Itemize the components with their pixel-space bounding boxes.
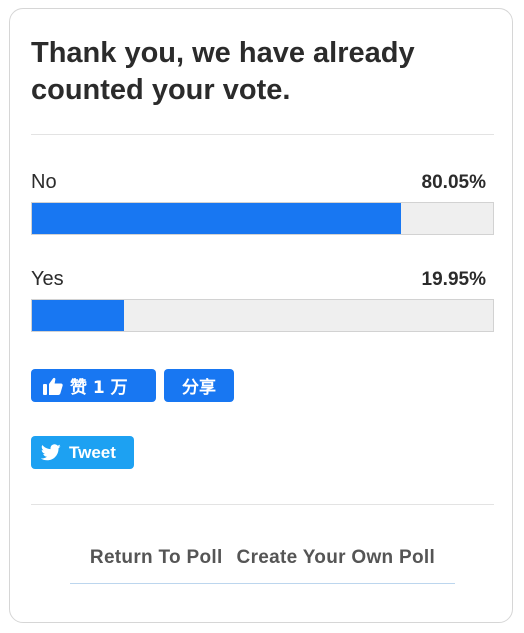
tweet-label: Tweet	[69, 442, 116, 462]
tweet-button[interactable]: Tweet	[31, 436, 134, 469]
like-count-label: 赞 1 万	[70, 378, 128, 398]
result-bar-no	[31, 202, 494, 235]
thumbs-up-icon	[43, 377, 63, 395]
result-bar-yes	[31, 299, 494, 332]
footer-links: Return To Poll Create Your Own Poll	[70, 547, 455, 584]
result-percent-yes: 19.95%	[421, 269, 486, 290]
result-bar-fill-no	[32, 203, 402, 234]
facebook-share-button[interactable]: 分享	[164, 369, 234, 402]
result-label-yes: Yes	[31, 268, 64, 290]
facebook-like-button[interactable]: 赞 1 万	[31, 369, 156, 402]
twitter-bird-icon	[41, 444, 61, 461]
return-to-poll-link[interactable]: Return To Poll	[90, 547, 223, 583]
divider	[31, 504, 494, 505]
poll-results-card: Thank you, we have already counted your …	[9, 8, 513, 623]
page-title: Thank you, we have already counted your …	[31, 37, 415, 106]
result-percent-no: 80.05%	[421, 172, 486, 193]
create-poll-link[interactable]: Create Your Own Poll	[237, 547, 436, 583]
result-bar-fill-yes	[32, 300, 124, 331]
result-label-no: No	[31, 171, 57, 193]
share-label: 分享	[182, 378, 216, 398]
divider	[31, 134, 494, 135]
